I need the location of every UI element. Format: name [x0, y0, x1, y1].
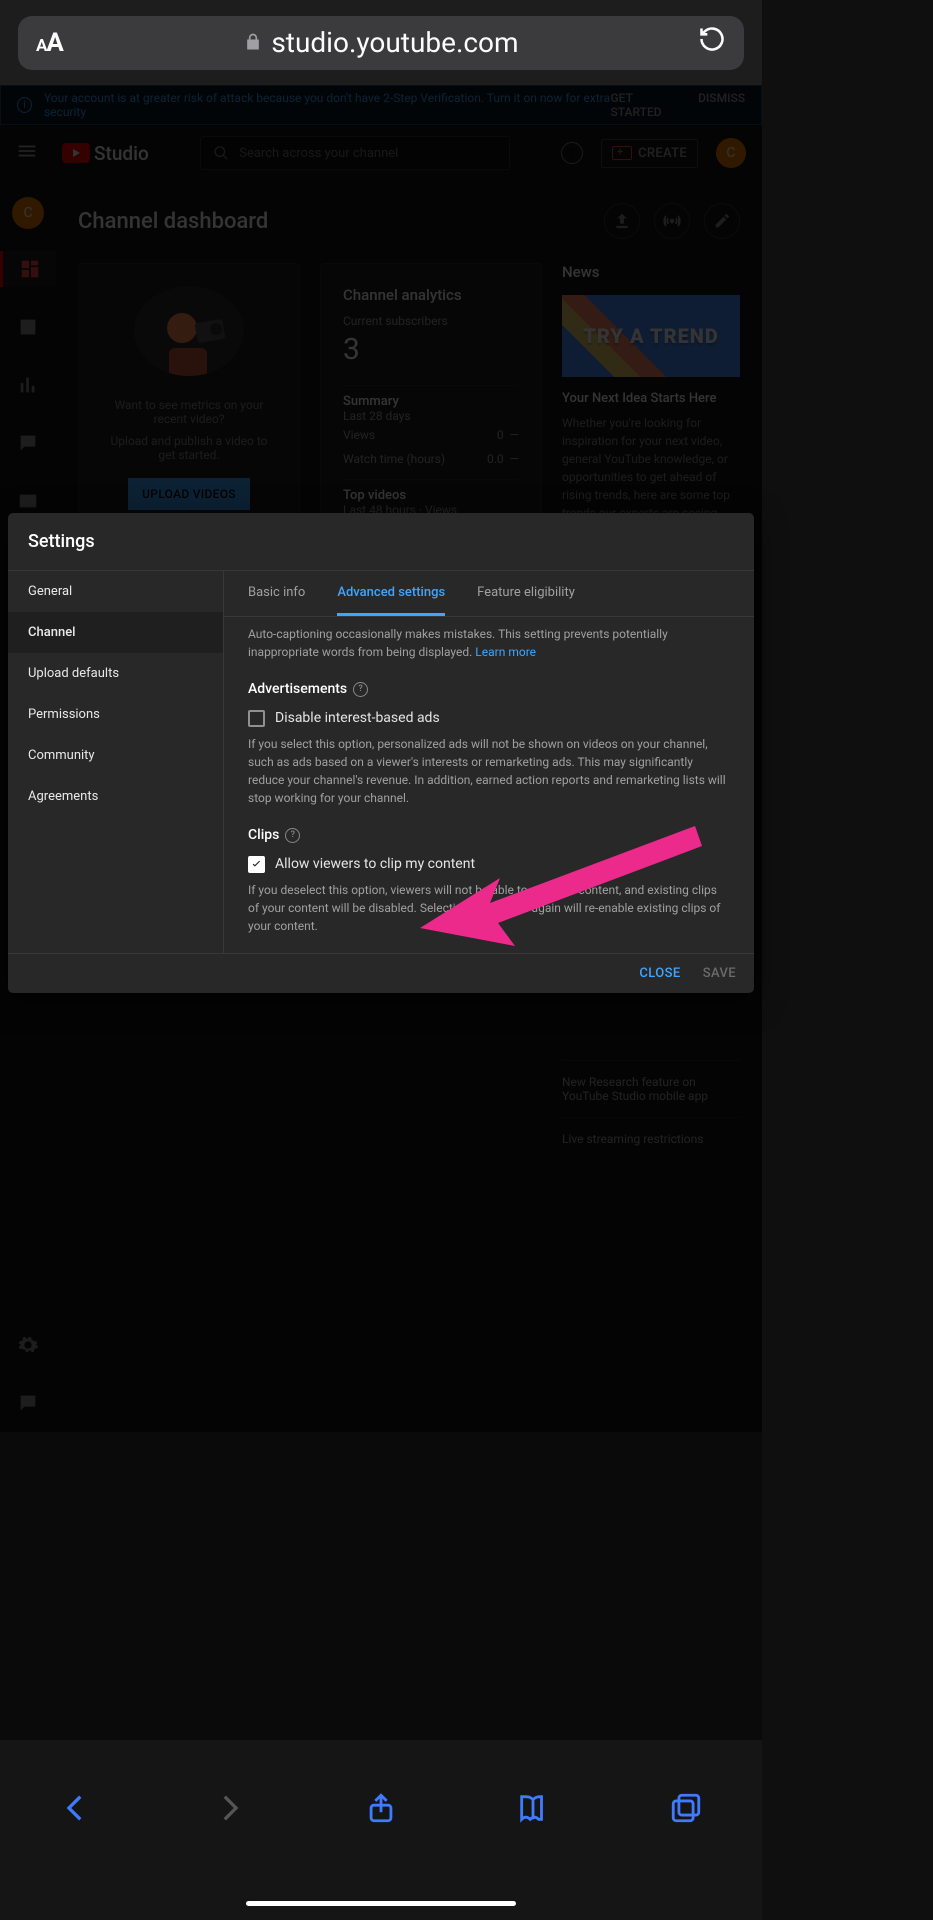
side-item-community[interactable]: Community	[8, 735, 223, 776]
tabs-icon[interactable]	[669, 1791, 703, 1829]
reload-icon[interactable]	[698, 25, 726, 60]
close-button[interactable]: CLOSE	[639, 966, 680, 981]
side-item-agreements[interactable]: Agreements	[8, 776, 223, 817]
allow-clips-label: Allow viewers to clip my content	[275, 854, 475, 875]
checkbox-checked-icon[interactable]	[248, 856, 265, 873]
text-size-icon[interactable]: AA	[36, 28, 64, 58]
lock-icon	[243, 26, 263, 59]
modal-scroll[interactable]: Auto-captioning occasionally makes mista…	[224, 617, 754, 953]
side-item-channel[interactable]: Channel	[8, 612, 223, 653]
side-item-general[interactable]: General	[8, 571, 223, 612]
tab-basic-info[interactable]: Basic info	[248, 585, 305, 602]
tab-feature-eligibility[interactable]: Feature eligibility	[477, 585, 575, 602]
modal-sidebar: General Channel Upload defaults Permissi…	[8, 571, 224, 953]
clips-title: Clips	[248, 825, 279, 846]
disable-ads-label: Disable interest-based ads	[275, 708, 440, 729]
url-bar[interactable]: AA studio.youtube.com	[18, 16, 744, 70]
url-host: studio.youtube.com	[271, 26, 518, 59]
tab-advanced-settings[interactable]: Advanced settings	[337, 585, 445, 602]
learn-more-link[interactable]: Learn more	[475, 645, 536, 659]
side-item-permissions[interactable]: Permissions	[8, 694, 223, 735]
home-indicator[interactable]	[246, 1901, 516, 1906]
safari-top-bar: AA studio.youtube.com	[0, 0, 762, 85]
autocaption-note: Auto-captioning occasionally makes mista…	[248, 627, 668, 659]
help-icon[interactable]: ?	[353, 682, 368, 697]
back-icon[interactable]	[59, 1791, 93, 1829]
disable-ads-checkbox-row[interactable]: Disable interest-based ads	[248, 708, 730, 729]
allow-clips-checkbox-row[interactable]: Allow viewers to clip my content	[248, 854, 730, 875]
help-icon[interactable]: ?	[285, 828, 300, 843]
save-button[interactable]: SAVE	[703, 966, 736, 981]
safari-bottom-bar	[0, 1740, 762, 1920]
share-icon[interactable]	[364, 1791, 398, 1829]
settings-modal: Settings General Channel Upload defaults…	[8, 513, 754, 993]
ads-note: If you select this option, personalized …	[248, 735, 730, 807]
bookmarks-icon[interactable]	[516, 1791, 550, 1829]
clips-note: If you deselect this option, viewers wil…	[248, 881, 730, 935]
modal-title: Settings	[8, 513, 754, 571]
tabs: Basic info Advanced settings Feature eli…	[224, 571, 754, 617]
checkbox-icon[interactable]	[248, 710, 265, 727]
side-item-upload-defaults[interactable]: Upload defaults	[8, 653, 223, 694]
ads-title: Advertisements	[248, 679, 347, 700]
forward-icon	[212, 1791, 246, 1829]
